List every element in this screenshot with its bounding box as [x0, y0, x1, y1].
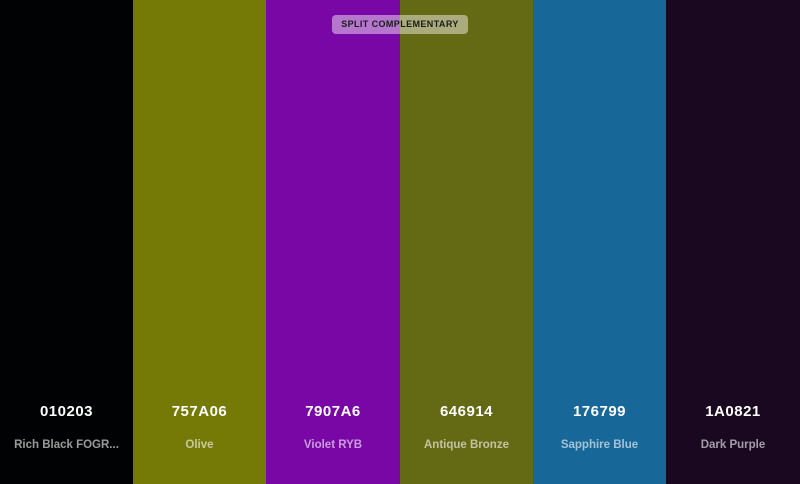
color-palette: 010203 Rich Black FOGR... 757A06 Olive 7…	[0, 0, 800, 484]
scheme-badge: SPLIT COMPLEMENTARY	[332, 15, 468, 34]
swatch-antique-bronze[interactable]: 646914 Antique Bronze	[400, 0, 533, 484]
color-name: Sapphire Blue	[560, 439, 639, 451]
swatch-rich-black[interactable]: 010203 Rich Black FOGR...	[0, 0, 133, 484]
color-name: Rich Black FOGR...	[14, 439, 119, 451]
swatch-sapphire-blue[interactable]: 176799 Sapphire Blue	[533, 0, 666, 484]
color-name: Dark Purple	[700, 439, 766, 451]
swatch-olive[interactable]: 757A06 Olive	[133, 0, 266, 484]
hex-code[interactable]: 757A06	[133, 402, 266, 422]
swatch-violet-ryb[interactable]: 7907A6 Violet RYB	[266, 0, 400, 484]
hex-code[interactable]: 646914	[400, 402, 533, 422]
color-name: Violet RYB	[303, 439, 363, 451]
color-name: Olive	[185, 439, 214, 451]
color-name: Antique Bronze	[424, 439, 509, 451]
hex-code[interactable]: 7907A6	[266, 402, 400, 422]
swatch-dark-purple[interactable]: 1A0821 Dark Purple	[666, 0, 800, 484]
hex-code[interactable]: 1A0821	[666, 402, 800, 422]
hex-code[interactable]: 176799	[533, 402, 666, 422]
hex-code[interactable]: 010203	[0, 402, 133, 422]
